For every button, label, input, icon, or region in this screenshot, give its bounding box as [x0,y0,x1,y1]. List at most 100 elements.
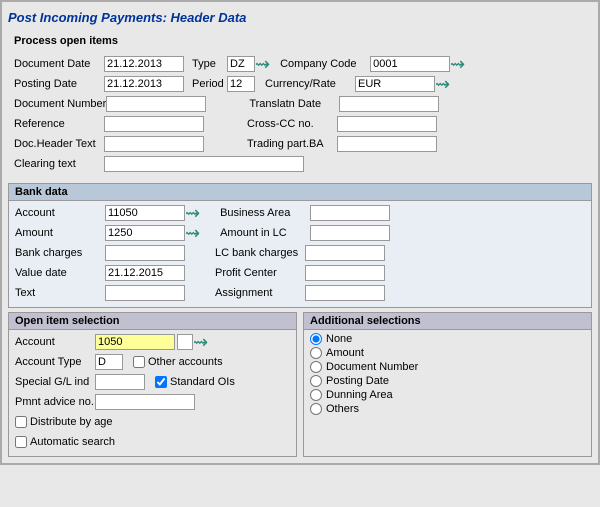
other-accounts-label: Other accounts [148,356,223,368]
clearing-text-input[interactable] [104,156,304,172]
bank-charges-input[interactable] [105,245,185,261]
bank-data-body: Account ⇜ Business Area Amount ⇜ Amount … [9,201,591,307]
amount-lc-input[interactable] [310,225,390,241]
radio-others-label: Others [326,403,359,415]
ois-account-type-row: Account Type Other accounts [15,353,290,371]
radio-document-number[interactable]: Document Number [310,361,585,373]
value-date-input[interactable] [105,265,185,281]
automatic-search-checkbox[interactable] [15,436,27,448]
reference-row: Reference Cross-CC no. [14,115,586,133]
ois-account-type-input[interactable] [95,354,123,370]
additional-selections-radio-group: None Amount Document Number [310,333,585,415]
business-area-input[interactable] [310,205,390,221]
business-area-label: Business Area [220,207,310,219]
bank-amount-label: Amount [15,227,105,239]
clearing-text-label: Clearing text [14,158,104,170]
bank-text-input[interactable] [105,285,185,301]
open-item-selection-panel: Open item selection Account ⇜ Account Ty… [8,312,297,457]
document-number-row: Document Number Translatn Date [14,95,586,113]
other-accounts-checkbox[interactable] [133,356,145,368]
document-date-input[interactable] [104,56,184,72]
period-label: Period [192,78,227,90]
document-number-label: Document Number [14,98,106,110]
ois-account-row: Account ⇜ [15,333,290,351]
assignment-input[interactable] [305,285,385,301]
trading-part-label: Trading part.BA [247,138,337,150]
company-code-arrow-icon: ⇜ [450,55,465,73]
bank-data-header: Bank data [9,184,591,201]
radio-none-input[interactable] [310,333,322,345]
reference-input[interactable] [104,116,204,132]
translation-date-input[interactable] [339,96,439,112]
document-number-input[interactable] [106,96,206,112]
radio-dunning-area-input[interactable] [310,389,322,401]
additional-selections-body: None Amount Document Number [304,330,591,418]
standard-ois-checkbox[interactable] [155,376,167,388]
distribute-age-checkbox[interactable] [15,416,27,428]
ois-auto-search-row: Automatic search [15,433,290,451]
radio-dunning-area[interactable]: Dunning Area [310,389,585,401]
posting-date-label: Posting Date [14,78,104,90]
bank-amount-row: Amount ⇜ Amount in LC [15,224,585,242]
radio-posting-date-input[interactable] [310,375,322,387]
value-date-label: Value date [15,267,105,279]
ois-account-wrapper: ⇜ [95,333,208,351]
doc-header-text-label: Doc.Header Text [14,138,104,150]
posting-date-input[interactable] [104,76,184,92]
profit-center-input[interactable] [305,265,385,281]
currency-rate-input[interactable] [355,76,435,92]
bank-text-row: Text Assignment [15,284,585,302]
ois-account-picker-button[interactable] [177,334,193,350]
radio-others-input[interactable] [310,403,322,415]
radio-posting-date[interactable]: Posting Date [310,375,585,387]
type-label: Type [192,58,227,70]
bank-account-input[interactable] [105,205,185,221]
trading-part-input[interactable] [337,136,437,152]
additional-selections-panel: Additional selections None Amount [303,312,592,457]
automatic-search-checkbox-label: Automatic search [15,436,115,448]
standard-ois-checkbox-label: Standard OIs [155,376,235,388]
automatic-search-label: Automatic search [30,436,115,448]
radio-document-number-input[interactable] [310,361,322,373]
company-code-input[interactable] [370,56,450,72]
document-date-row: Document Date Type ⇜ Company Code ⇜ [14,55,586,73]
bank-account-label: Account [15,207,105,219]
radio-posting-date-label: Posting Date [326,375,389,387]
cross-cc-input[interactable] [337,116,437,132]
other-accounts-checkbox-label: Other accounts [133,356,223,368]
bank-text-label: Text [15,287,105,299]
ois-special-gl-row: Special G/L ind Standard OIs [15,373,290,391]
ois-account-label: Account [15,336,95,348]
ois-special-gl-label: Special G/L ind [15,376,95,388]
bank-amount-arrow-icon: ⇜ [185,224,200,242]
reference-label: Reference [14,118,104,130]
ois-account-type-label: Account Type [15,356,95,368]
bank-charges-label: Bank charges [15,247,105,259]
doc-header-text-input[interactable] [104,136,204,152]
radio-others[interactable]: Others [310,403,585,415]
doc-header-text-row: Doc.Header Text Trading part.BA [14,135,586,153]
radio-document-number-label: Document Number [326,361,418,373]
process-open-items-label: Process open items [8,33,592,49]
value-date-row: Value date Profit Center [15,264,585,282]
type-input[interactable] [227,56,255,72]
radio-none[interactable]: None [310,333,585,345]
bank-charges-row: Bank charges LC bank charges [15,244,585,262]
lc-bank-charges-input[interactable] [305,245,385,261]
radio-amount-input[interactable] [310,347,322,359]
translation-date-label: Translatn Date [249,98,339,110]
ois-distribute-row: Distribute by age [15,413,290,431]
ois-account-input[interactable] [95,334,175,350]
ois-pmnt-advice-input[interactable] [95,394,195,410]
bank-amount-input[interactable] [105,225,185,241]
period-input[interactable] [227,76,255,92]
bank-account-arrow-icon: ⇜ [185,204,200,222]
currency-arrow-icon: ⇜ [435,75,450,93]
radio-amount[interactable]: Amount [310,347,585,359]
assignment-label: Assignment [215,287,305,299]
header-form: Document Date Type ⇜ Company Code ⇜ Post… [8,53,592,179]
ois-special-gl-input[interactable] [95,374,145,390]
currency-rate-label: Currency/Rate [265,78,355,90]
ois-pmnt-advice-label: Pmnt advice no. [15,396,95,408]
page-title: Post Incoming Payments: Header Data [8,8,592,27]
